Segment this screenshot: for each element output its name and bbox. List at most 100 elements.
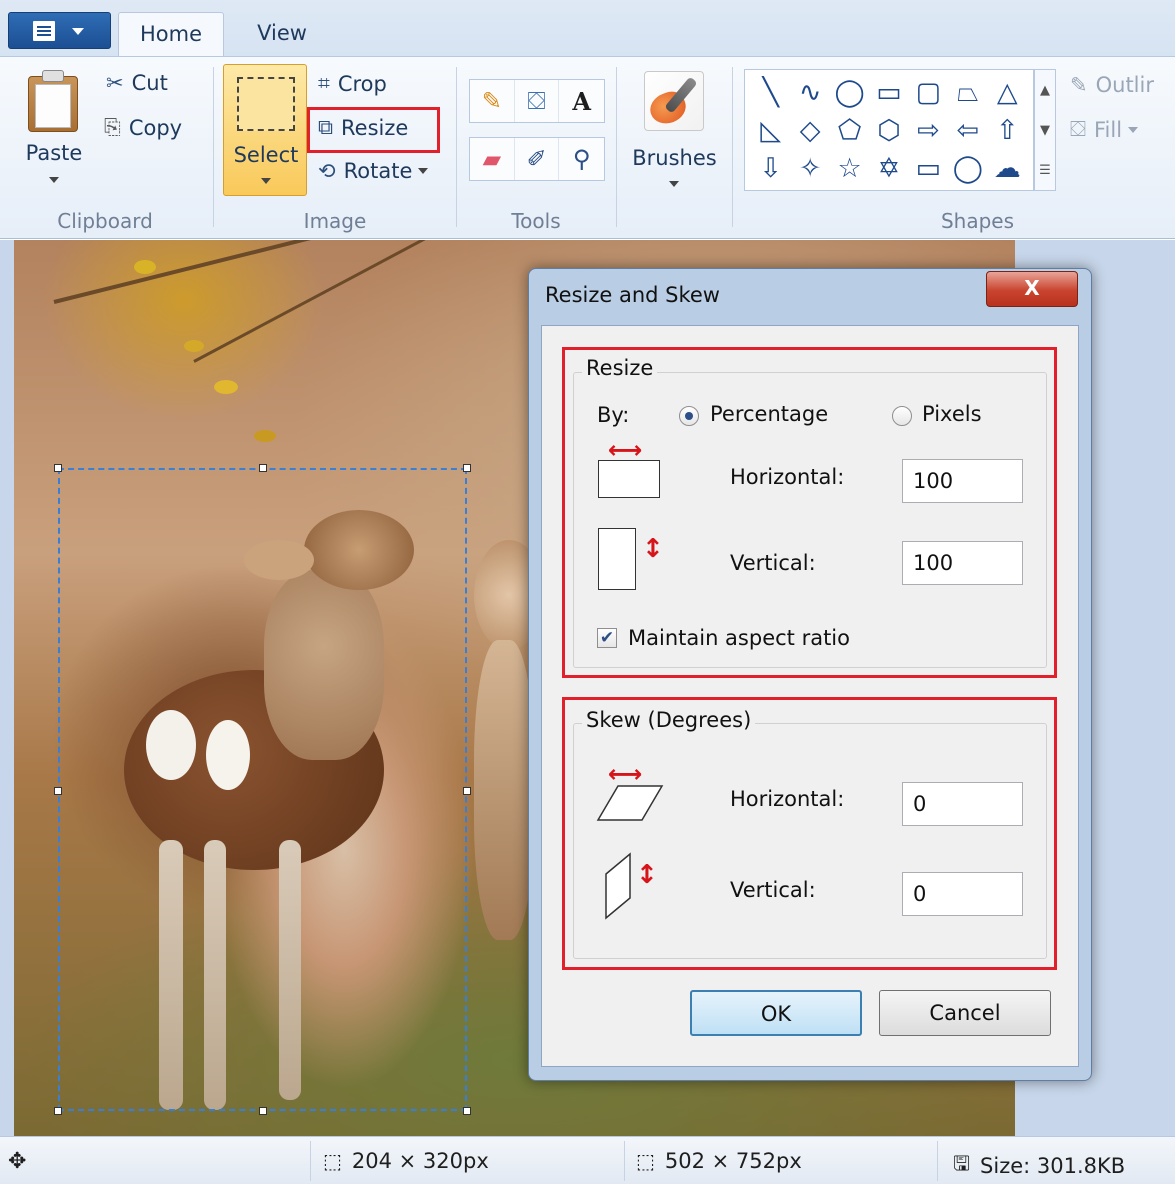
rotate-button[interactable]: ⟲ Rotate (318, 159, 429, 183)
selection-size: ⬚ 204 × 320px (323, 1149, 489, 1173)
resize-legend: Resize (582, 356, 658, 380)
file-size: 🖫 Size: 301.8KB (953, 1149, 1125, 1183)
crop-button[interactable]: ⌗ Crop (318, 71, 387, 96)
status-bar: ✥ ⬚ 204 × 320px ⬚ 502 × 752px 🖫 Size: 30… (0, 1136, 1175, 1184)
paint-menu-button[interactable] (8, 12, 111, 49)
outline-button[interactable]: ✎ Outlir (1070, 73, 1154, 97)
shapes-gallery[interactable]: ╲ ∿ ◯ ▭ ▢ ⏢ △ ◺ ◇ ⬠ ⬡ ⇨ ⇦ ⇧ ⇩ ✧ ☆ ✡ ▭ ◯ … (744, 69, 1034, 191)
chevron-down-icon (72, 28, 84, 35)
text-icon[interactable]: A (559, 80, 604, 122)
selection-handle[interactable] (54, 1107, 62, 1115)
brushes-button[interactable]: Brushes (627, 65, 722, 195)
vertical-skew-icon: ↕ (602, 852, 666, 922)
dialog-title: Resize and Skew (545, 283, 720, 307)
selection-size-icon: ⬚ (323, 1149, 342, 1173)
oval-callout-shape-icon[interactable]: ◯ (948, 150, 987, 188)
selection-size-text: 204 × 320px (351, 1149, 489, 1173)
crop-label: Crop (337, 71, 387, 96)
oval-shape-icon[interactable]: ◯ (830, 74, 869, 112)
rounded-rectangle-shape-icon[interactable]: ▢ (909, 74, 948, 112)
paste-button[interactable]: Paste (14, 61, 94, 191)
cancel-button[interactable]: Cancel (879, 990, 1051, 1036)
brushes-label: Brushes (632, 146, 717, 170)
eraser-icon[interactable]: ▰ (470, 138, 515, 180)
maintain-aspect-label[interactable]: Maintain aspect ratio (628, 626, 850, 650)
skew-horizontal-label: Horizontal: (730, 787, 845, 811)
cloud-callout-shape-icon[interactable]: ☁ (988, 150, 1027, 188)
document-icon (33, 21, 55, 41)
selection-handle[interactable] (463, 787, 471, 795)
clipboard-icon (28, 70, 80, 132)
tab-view[interactable]: View (232, 12, 332, 57)
resize-vertical-input[interactable]: 100 (902, 541, 1023, 585)
cut-button[interactable]: ✂ Cut (106, 71, 168, 95)
file-size-text: Size: 301.8KB (980, 1154, 1126, 1178)
status-divider (937, 1141, 938, 1181)
copy-button[interactable]: ⎘ Copy (104, 115, 182, 140)
by-label: By: (597, 403, 630, 427)
select-button[interactable]: Select (223, 64, 307, 196)
expand-gallery-icon[interactable]: ☰ (1039, 163, 1051, 178)
dialog-body: Resize By: Percentage Pixels ⟷ Horizonta… (541, 325, 1079, 1067)
five-point-star-shape-icon[interactable]: ☆ (830, 150, 869, 188)
pentagon-shape-icon[interactable]: ⬠ (830, 112, 869, 150)
rounded-callout-shape-icon[interactable]: ▭ (909, 150, 948, 188)
pencil-icon[interactable]: ✎ (470, 80, 515, 122)
scroll-up-icon[interactable]: ▲ (1040, 83, 1050, 98)
selection-handle[interactable] (259, 1107, 267, 1115)
skew-horizontal-input[interactable]: 0 (902, 782, 1023, 826)
vertical-resize-icon: ↕ (596, 526, 666, 596)
resize-horizontal-label: Horizontal: (730, 465, 845, 489)
color-picker-icon[interactable]: ✐ (515, 138, 560, 180)
diamond-shape-icon[interactable]: ◇ (790, 112, 829, 150)
selection-handle[interactable] (463, 1107, 471, 1115)
line-shape-icon[interactable]: ╲ (751, 74, 790, 112)
triangle-shape-icon[interactable]: △ (988, 74, 1027, 112)
fill-bucket-icon[interactable]: ⛋ (515, 80, 560, 122)
selection-handle[interactable] (54, 787, 62, 795)
shapes-scroll[interactable]: ▲ ▼ ☰ (1034, 69, 1056, 191)
selection-handle[interactable] (463, 464, 471, 472)
selection-handle[interactable] (259, 464, 267, 472)
selection-handle[interactable] (54, 464, 62, 472)
rectangle-shape-icon[interactable]: ▭ (869, 74, 908, 112)
percentage-label[interactable]: Percentage (710, 402, 828, 426)
six-point-star-shape-icon[interactable]: ✡ (869, 150, 908, 188)
image-size: ⬚ 502 × 752px (636, 1149, 802, 1173)
close-button[interactable]: X (986, 271, 1078, 307)
fill-button[interactable]: ⛋ Fill (1070, 117, 1139, 142)
image-size-icon: ⬚ (636, 1149, 655, 1173)
scroll-down-icon[interactable]: ▼ (1040, 123, 1050, 138)
selection-rectangle[interactable] (58, 468, 467, 1111)
left-arrow-shape-icon[interactable]: ⇦ (948, 112, 987, 150)
four-point-star-shape-icon[interactable]: ✧ (790, 150, 829, 188)
right-triangle-shape-icon[interactable]: ◺ (751, 112, 790, 150)
curve-shape-icon[interactable]: ∿ (790, 74, 829, 112)
percentage-radio[interactable] (679, 406, 699, 426)
select-label: Select (233, 143, 299, 167)
ok-button[interactable]: OK (690, 990, 862, 1036)
skew-vertical-input[interactable]: 0 (902, 872, 1023, 916)
maintain-aspect-checkbox[interactable]: ✔ (597, 628, 617, 648)
chevron-down-icon (1128, 126, 1139, 133)
resize-skew-dialog: Resize and Skew X Resize By: Percentage … (528, 268, 1092, 1081)
outline-label: Outlir (1095, 73, 1154, 97)
group-label-image: Image (303, 209, 367, 233)
chevron-down-icon (261, 178, 271, 184)
down-arrow-shape-icon[interactable]: ⇩ (751, 150, 790, 188)
fill-bucket-icon: ⛋ (1070, 117, 1086, 141)
resize-horizontal-input[interactable]: 100 (902, 459, 1023, 503)
hexagon-shape-icon[interactable]: ⬡ (869, 112, 908, 150)
polygon-shape-icon[interactable]: ⏢ (948, 74, 987, 112)
pixels-radio[interactable] (892, 406, 912, 426)
up-arrow-shape-icon[interactable]: ⇧ (988, 112, 1027, 150)
ribbon-tab-bar: Home View (0, 0, 1175, 57)
magnifier-icon[interactable]: ⚲ (559, 138, 604, 180)
chevron-down-icon (669, 181, 679, 187)
tab-home[interactable]: Home (118, 12, 224, 57)
crop-icon: ⌗ (318, 71, 330, 95)
right-arrow-shape-icon[interactable]: ⇨ (909, 112, 948, 150)
pixels-label[interactable]: Pixels (922, 402, 982, 426)
skew-legend: Skew (Degrees) (582, 708, 756, 732)
resize-highlight-box (307, 107, 440, 153)
